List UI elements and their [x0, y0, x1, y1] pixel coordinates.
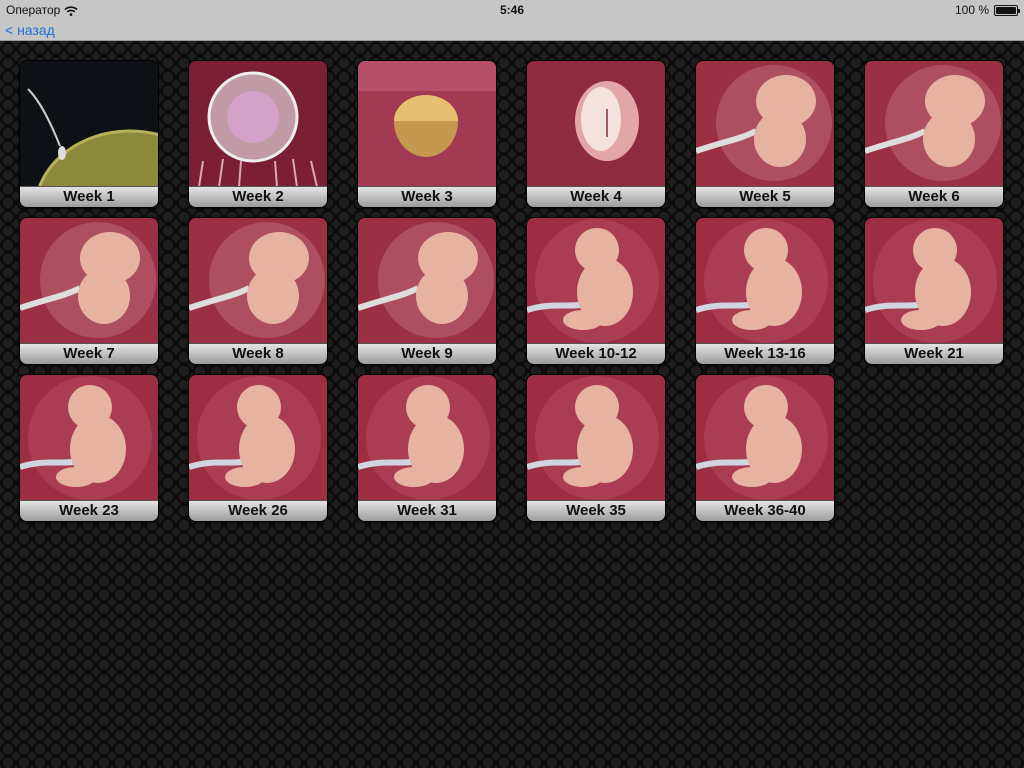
week-tile[interactable]: Week 1 [20, 61, 158, 207]
week-image [527, 61, 665, 187]
week-image [189, 61, 327, 187]
week-tile[interactable]: Week 9 [358, 218, 496, 364]
battery-percent: 100 % [954, 3, 989, 17]
week-label: Week 23 [20, 500, 158, 521]
week-image [696, 375, 834, 501]
battery-area: 100 % [954, 3, 1020, 17]
week-tile[interactable]: Week 10-12 [527, 218, 665, 364]
week-tile[interactable]: Week 6 [865, 61, 1003, 207]
week-label: Week 35 [527, 500, 665, 521]
top-bar: Оператор 5:46 100 % < назад [0, 0, 1024, 41]
week-tile[interactable]: Week 2 [189, 61, 327, 207]
week-image [20, 61, 158, 187]
week-label: Week 6 [865, 186, 1003, 207]
week-tile[interactable]: Week 23 [20, 375, 158, 521]
back-button[interactable]: < назад [5, 22, 55, 38]
week-label: Week 5 [696, 186, 834, 207]
week-label: Week 13-16 [696, 343, 834, 364]
week-image [865, 61, 1003, 187]
week-tile[interactable]: Week 26 [189, 375, 327, 521]
week-label: Week 31 [358, 500, 496, 521]
week-tile[interactable]: Week 5 [696, 61, 834, 207]
week-label: Week 9 [358, 343, 496, 364]
week-label: Week 36-40 [696, 500, 834, 521]
week-label: Week 1 [20, 186, 158, 207]
week-image [189, 218, 327, 344]
week-tile[interactable]: Week 4 [527, 61, 665, 207]
week-tile[interactable]: Week 7 [20, 218, 158, 364]
week-image [20, 218, 158, 344]
week-label: Week 21 [865, 343, 1003, 364]
week-tile[interactable]: Week 36-40 [696, 375, 834, 521]
week-image [358, 61, 496, 187]
week-image [189, 375, 327, 501]
week-label: Week 4 [527, 186, 665, 207]
week-image [527, 375, 665, 501]
week-image [865, 218, 1003, 344]
battery-icon [994, 4, 1020, 16]
week-tile[interactable]: Week 3 [358, 61, 496, 207]
week-tile[interactable]: Week 8 [189, 218, 327, 364]
back-label: < назад [5, 22, 55, 38]
week-tile[interactable]: Week 35 [527, 375, 665, 521]
week-image [527, 218, 665, 344]
week-image [696, 218, 834, 344]
week-label: Week 2 [189, 186, 327, 207]
week-tile[interactable]: Week 13-16 [696, 218, 834, 364]
week-label: Week 7 [20, 343, 158, 364]
week-label: Week 26 [189, 500, 327, 521]
week-image [358, 375, 496, 501]
week-label: Week 8 [189, 343, 327, 364]
week-image [358, 218, 496, 344]
status-time: 5:46 [499, 3, 525, 17]
week-image [20, 375, 158, 501]
week-image [696, 61, 834, 187]
week-label: Week 10-12 [527, 343, 665, 364]
week-label: Week 3 [358, 186, 496, 207]
week-tile[interactable]: Week 21 [865, 218, 1003, 364]
week-tile[interactable]: Week 31 [358, 375, 496, 521]
status-bar: Оператор 5:46 100 % [0, 0, 1024, 20]
